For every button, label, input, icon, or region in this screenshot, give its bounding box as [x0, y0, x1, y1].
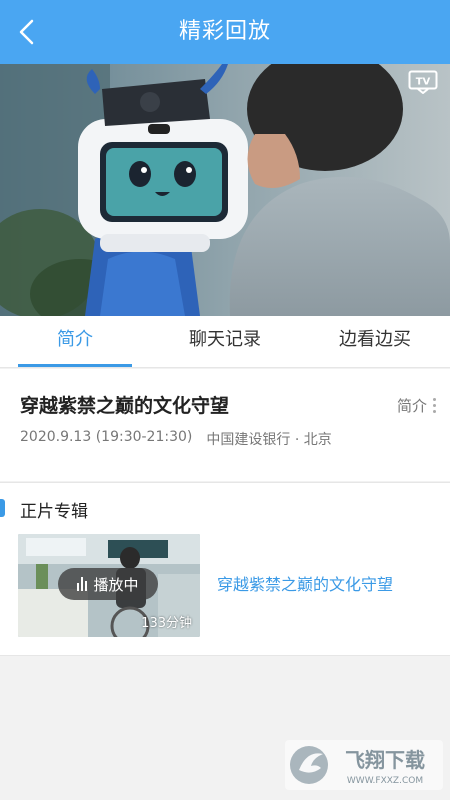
playing-status: 播放中	[93, 575, 139, 594]
watermark-brand: 飞翔下载	[345, 748, 425, 772]
video-frame	[0, 64, 450, 316]
watermark-logo: 飞翔下载 WWW.FXXZ.COM	[285, 740, 443, 790]
duration-label: 133分钟	[141, 616, 192, 631]
program-meta: 2020.9.13 (19:30-21:30) 中国建设银行 · 北京	[20, 429, 332, 449]
album-heading: 正片专辑	[20, 502, 88, 522]
watermark: 飞翔下载 WWW.FXXZ.COM	[285, 740, 443, 790]
intro-label: 简介	[396, 397, 427, 415]
page-title: 精彩回放	[178, 19, 271, 44]
album-item-title[interactable]: 穿越紫禁之巅的文化守望	[217, 571, 393, 595]
app-header: 精彩回放	[0, 0, 450, 64]
intro-button[interactable]: 简介	[397, 395, 436, 416]
equalizer-icon	[77, 577, 88, 591]
album-section: 正片专辑 播放中 133分钟 穿越紫禁之巅的文化守望	[0, 482, 450, 656]
tv-cast-button[interactable]: TV	[408, 70, 438, 95]
tab-watch-and-buy[interactable]: 边看边买	[300, 316, 450, 367]
video-player[interactable]: TV	[0, 64, 450, 316]
tv-icon: TV	[408, 70, 438, 95]
program-time: 2020.9.13 (19:30-21:30)	[20, 429, 193, 445]
more-dots-icon	[433, 398, 436, 413]
program-title: 穿越紫禁之巅的文化守望	[20, 395, 230, 417]
tab-chat-history[interactable]: 聊天记录	[150, 316, 300, 367]
watermark-url: WWW.FXXZ.COM	[347, 776, 423, 786]
playing-badge: 播放中	[58, 568, 158, 600]
album-item-thumbnail[interactable]: 播放中 133分钟	[18, 534, 200, 637]
section-marker	[0, 499, 5, 517]
program-place: 中国建设银行 · 北京	[206, 432, 332, 448]
tab-bar: 简介 聊天记录 边看边买	[0, 316, 450, 368]
tab-intro[interactable]: 简介	[0, 316, 150, 367]
program-info: 穿越紫禁之巅的文化守望 简介 2020.9.13 (19:30-21:30) 中…	[0, 369, 450, 481]
tv-label: TV	[416, 77, 431, 88]
replay-page: 精彩回放 TV 简介 聊天记录 边看边买 穿越紫禁之巅的文化守望 简介 2020…	[0, 0, 450, 800]
